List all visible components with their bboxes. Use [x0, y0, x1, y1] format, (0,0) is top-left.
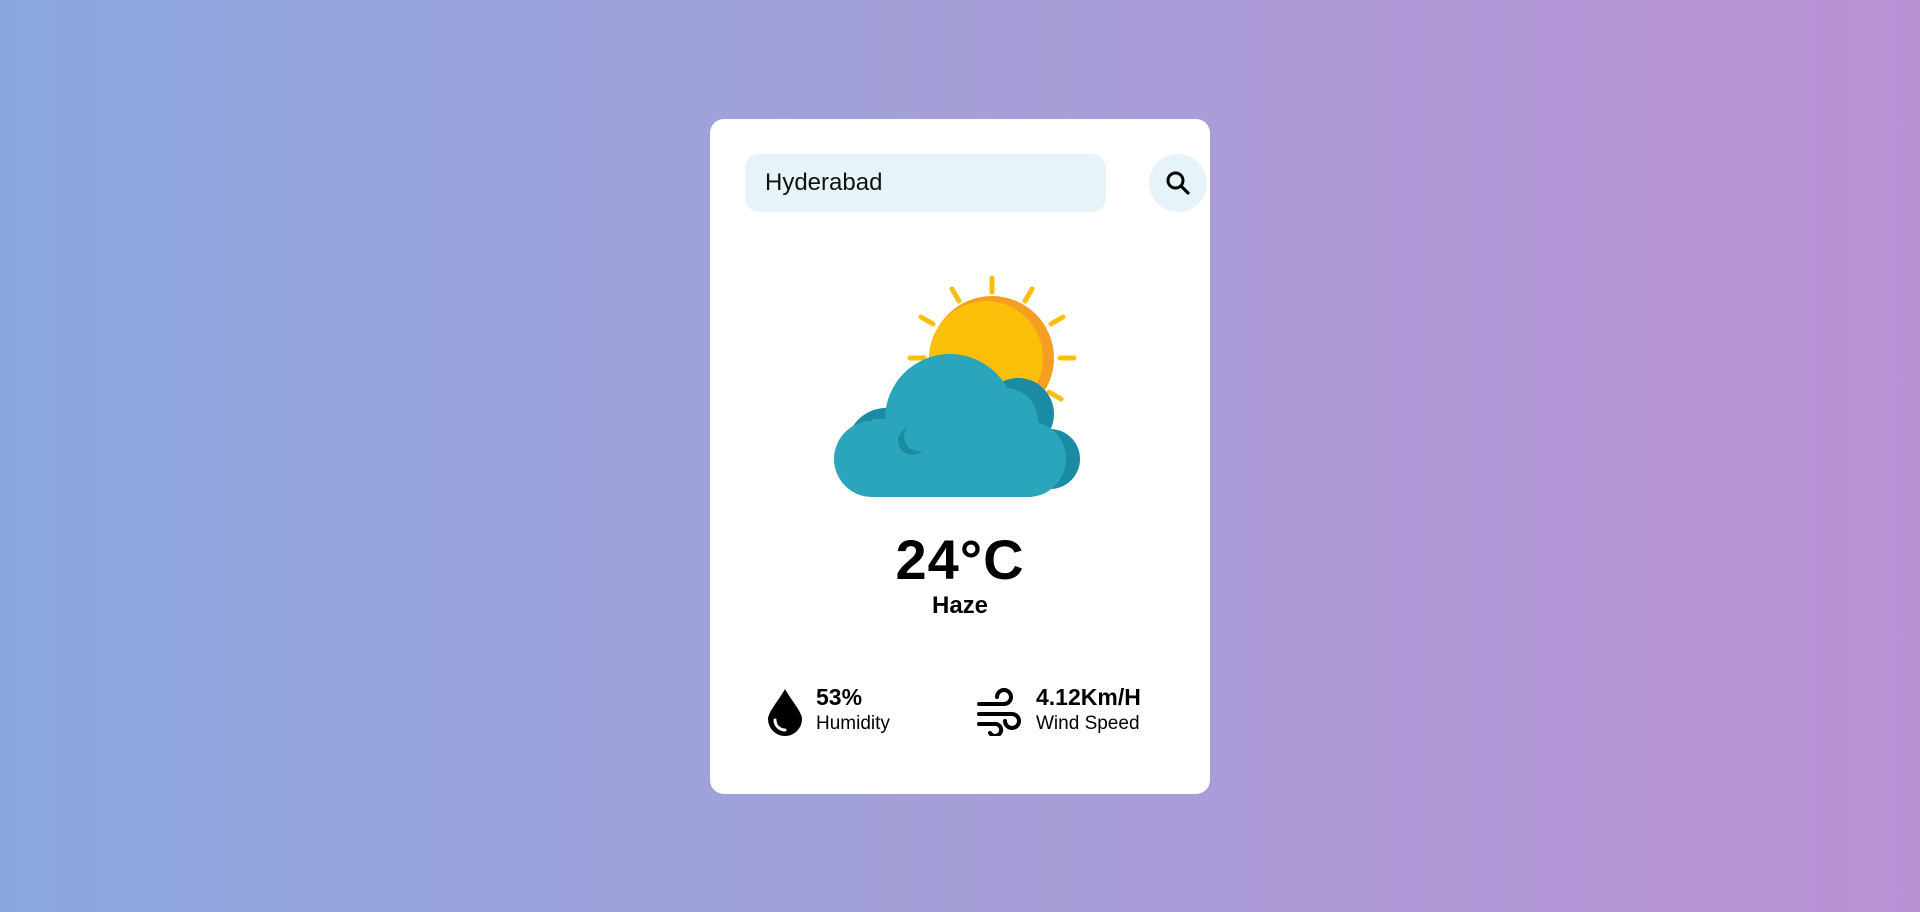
- search-button[interactable]: [1149, 154, 1207, 212]
- wind-speed-value: 4.12Km/H: [1036, 684, 1141, 710]
- humidity-stat: 53% Humidity: [767, 684, 927, 744]
- water-drop-icon: [768, 689, 802, 736]
- humidity-value: 53%: [816, 684, 863, 710]
- weather-condition: Haze: [931, 592, 989, 619]
- temperature: 24°C: [895, 528, 1025, 591]
- wind-icon: [977, 688, 1021, 736]
- wind-speed-label: Wind Speed: [1036, 713, 1140, 734]
- search-bar: [745, 154, 1207, 212]
- city-search-input[interactable]: [745, 154, 1106, 212]
- partly-cloudy-icon: [828, 275, 1092, 499]
- wind-stat: 4.12Km/H Wind Speed: [976, 684, 1176, 744]
- search-icon: [1166, 171, 1190, 195]
- weather-card: 24°C Haze 53% Humidity 4.12Km/H Wind Spe…: [710, 119, 1210, 794]
- humidity-label: Humidity: [816, 713, 890, 734]
